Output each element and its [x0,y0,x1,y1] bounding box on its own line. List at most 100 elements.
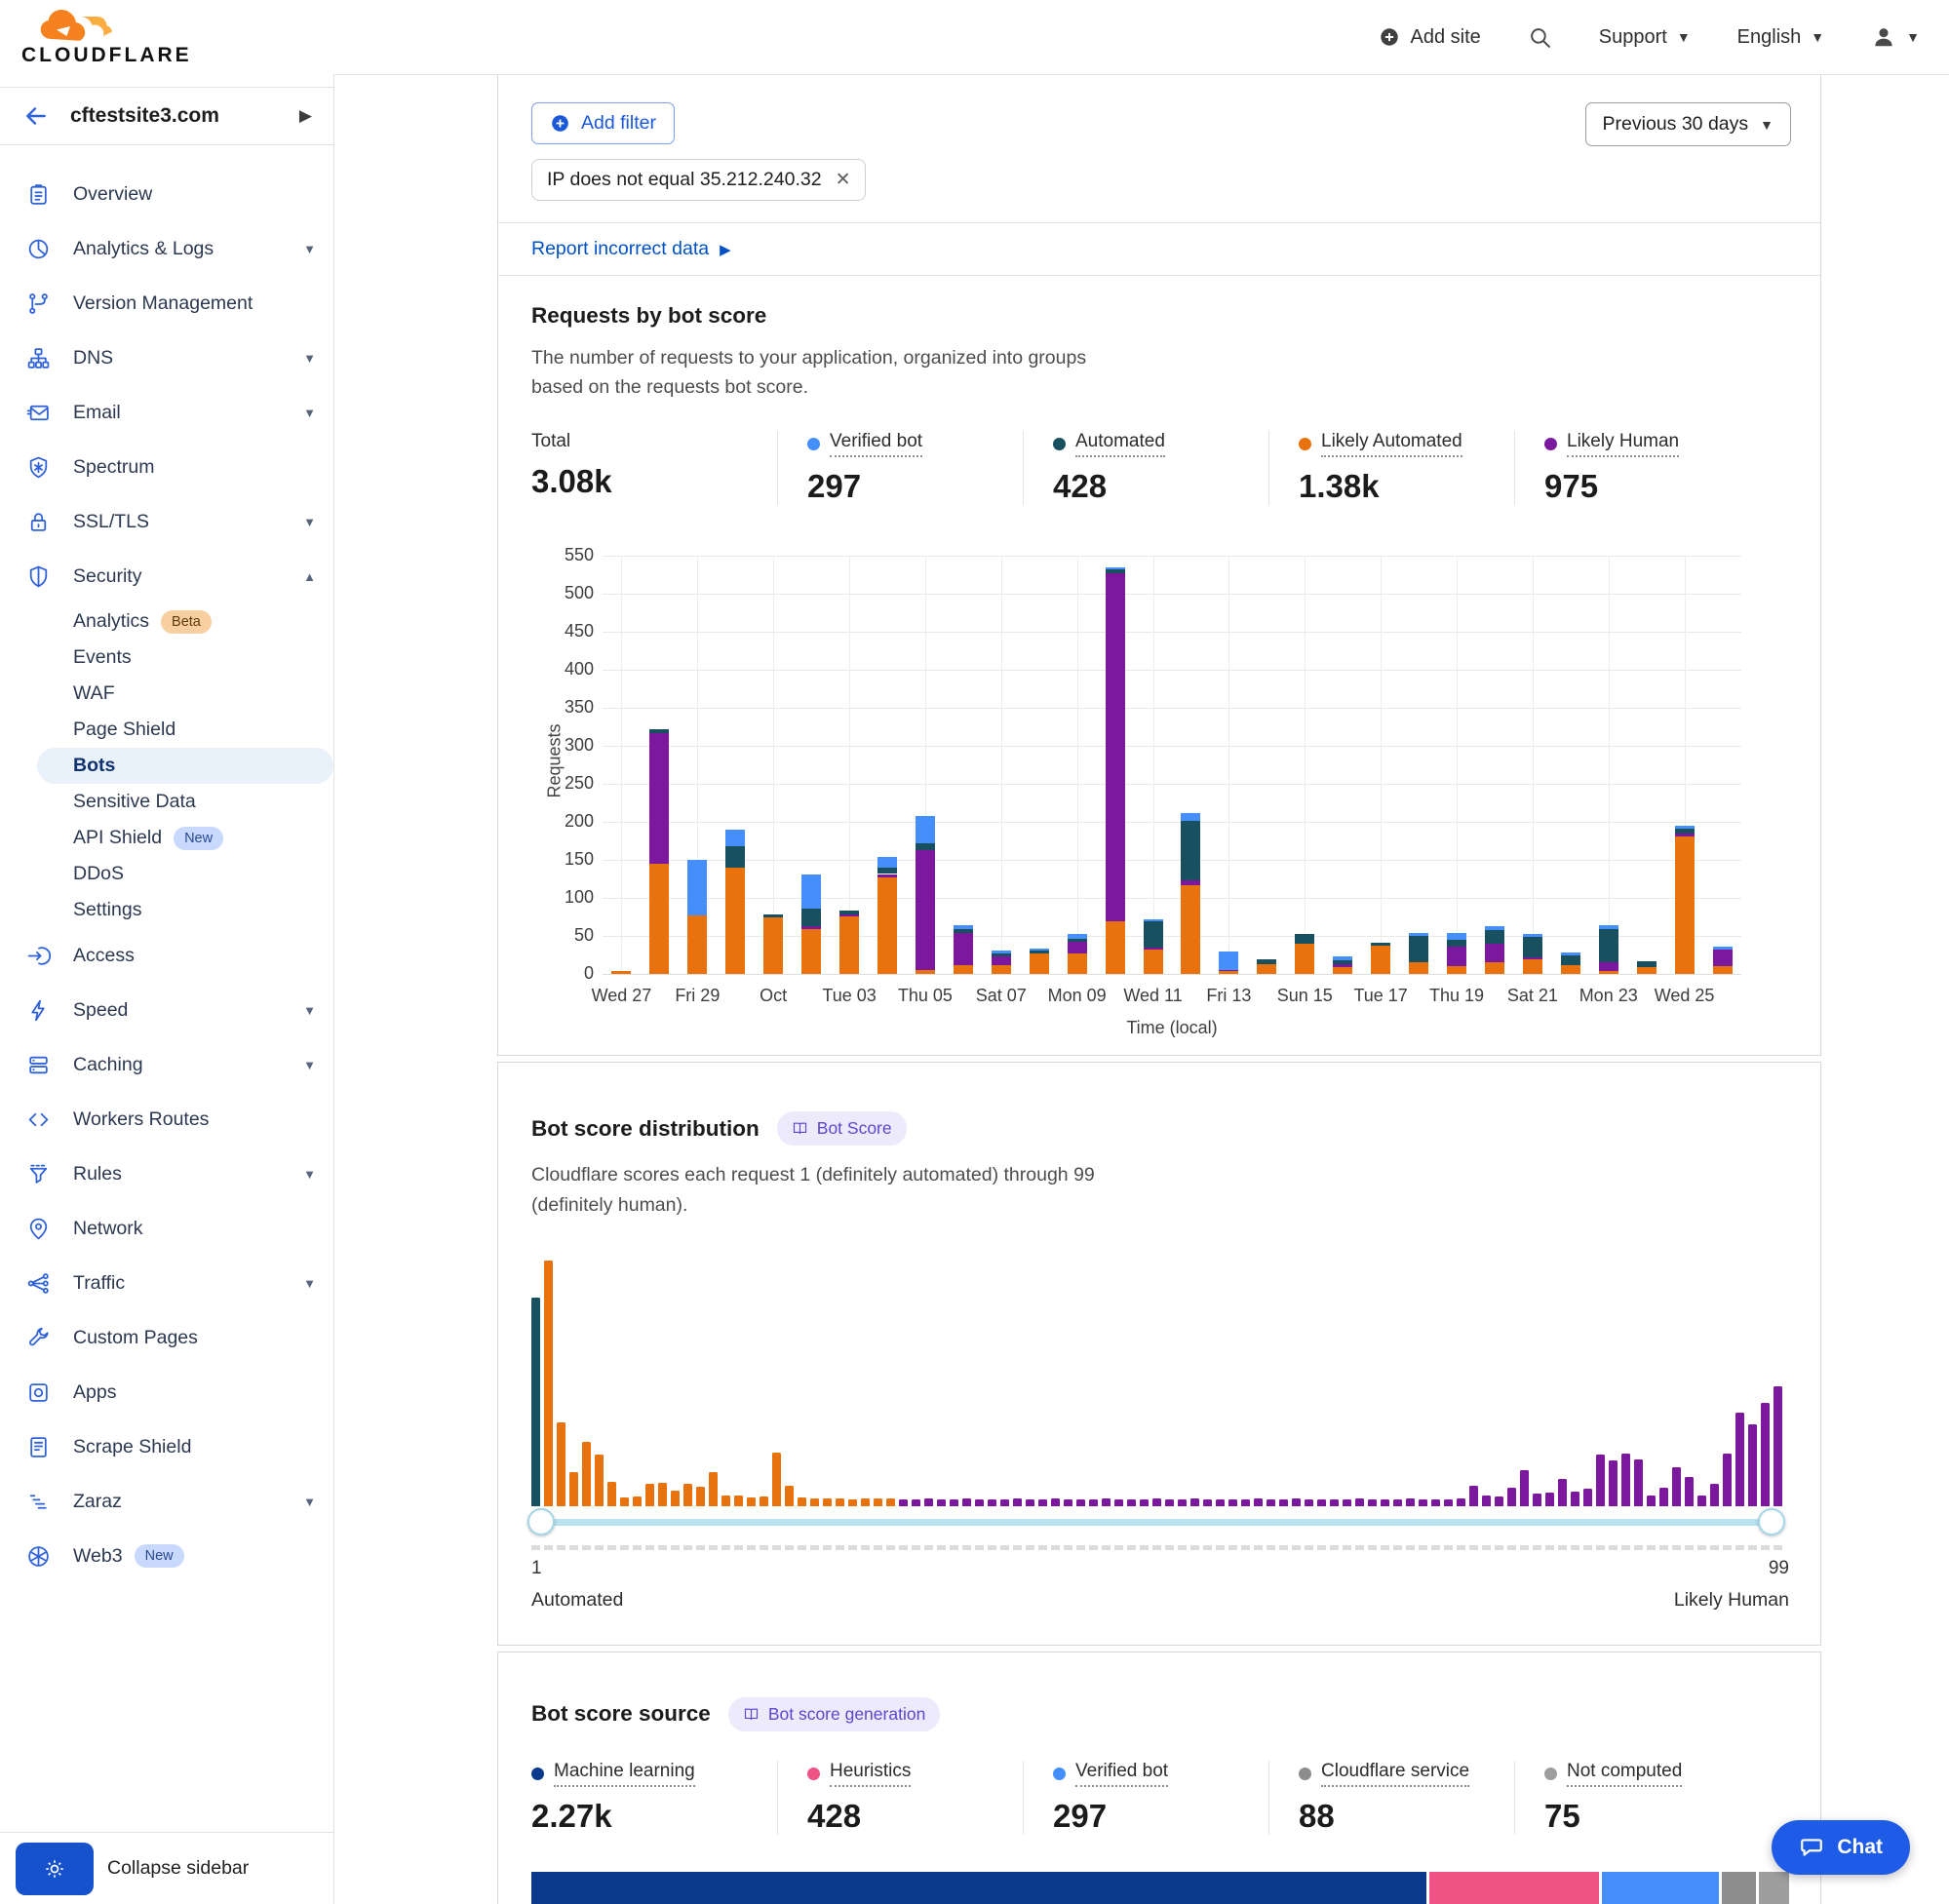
chevron-down-icon: ▼ [303,1495,316,1509]
stat-label-text[interactable]: Not computed [1567,1761,1682,1787]
book-icon [792,1120,808,1137]
sidebar-item-web3[interactable]: Web3New [0,1529,333,1583]
report-incorrect-data-link[interactable]: Report incorrect data ▶ [498,222,1820,276]
chart-bar-segment-likely-automated [1561,965,1580,974]
chart-bar-segment-automated [1409,936,1428,962]
chart-bar-segment-automated [1106,569,1125,573]
histogram-tick [709,1545,718,1550]
sidebar-item-analytics[interactable]: AnalyticsBeta [0,603,333,640]
sidebar-item-label: Overview [73,183,152,206]
search-icon[interactable] [1528,25,1552,50]
back-arrow-icon[interactable] [23,103,49,129]
histogram-tick [772,1545,781,1550]
sidebar-item-version-management[interactable]: Version Management [0,276,333,330]
gear-icon [42,1856,67,1882]
sidebar-item-rules[interactable]: Rules▼ [0,1146,333,1201]
stat-label-text[interactable]: Verified bot [830,431,922,457]
histogram-bar [1178,1499,1187,1506]
sidebar-item-api-shield[interactable]: API ShieldNew [0,820,333,856]
sidebar-item-email[interactable]: Email▼ [0,385,333,440]
chart-bar-segment-likely-human [1675,834,1695,836]
histogram-tick [1545,1545,1554,1550]
chart-bar-segment-automated [1030,951,1049,952]
chat-button[interactable]: Chat [1772,1820,1910,1875]
sidebar-item-ddos[interactable]: DDoS [0,856,333,892]
chart-bar-segment-verified-bot [916,816,935,843]
filter-chip[interactable]: IP does not equal 35.212.240.32 ✕ [531,159,866,201]
stat-label-text[interactable]: Automated [1075,431,1165,457]
chart-bar-segment-automated [763,914,783,917]
new-badge: New [174,827,223,850]
stat-label-text[interactable]: Likely Human [1567,431,1679,457]
sidebar-item-zaraz[interactable]: Zaraz▼ [0,1474,333,1529]
histogram-tick [721,1545,730,1550]
bot-score-generation-badge[interactable]: Bot score generation [728,1697,941,1731]
stat-label-text[interactable]: Cloudflare service [1321,1761,1469,1787]
sidebar-item-label: DNS [73,347,113,369]
close-icon[interactable]: ✕ [836,169,851,191]
add-filter-button[interactable]: Add filter [531,102,675,144]
histogram-bar [633,1496,642,1506]
top-bar: CLOUDFLARE Add site Support▼ English▼ ▼ [0,0,1949,74]
stat-label: Likely Automated [1299,431,1462,457]
support-menu[interactable]: Support▼ [1599,26,1691,49]
add-site-button[interactable]: Add site [1379,26,1480,49]
sidebar-item-security[interactable]: Security▲ [0,549,333,603]
chart-bar-segment-automated [916,843,935,850]
sidebar-item-traffic[interactable]: Traffic▼ [0,1256,333,1310]
sidebar-item-label: Apps [73,1381,116,1404]
chart-bar-segment-likely-automated [916,970,935,975]
sidebar-item-scrape-shield[interactable]: Scrape Shield [0,1419,333,1474]
chart-bar [1371,556,1390,974]
cloudflare-logo[interactable]: CLOUDFLARE [21,7,324,67]
chevron-down-icon: ▼ [1906,29,1920,45]
chevron-right-icon[interactable]: ▶ [299,106,312,126]
account-menu[interactable]: ▼ [1871,24,1920,50]
analytics-icon [26,237,51,261]
sidebar-item-network[interactable]: Network [0,1201,333,1256]
sidebar-item-settings[interactable]: Settings [0,892,333,928]
bot-score-badge[interactable]: Bot Score [777,1111,907,1146]
stat-value: 2.27k [531,1798,758,1835]
histogram-tick [1051,1545,1060,1550]
slider-handle-min[interactable] [527,1508,555,1535]
sidebar-item-events[interactable]: Events [0,640,333,676]
sidebar-item-analytics-logs[interactable]: Analytics & Logs▼ [0,221,333,276]
collapse-sidebar-button[interactable]: Collapse sidebar [107,1857,249,1880]
sidebar-item-page-shield[interactable]: Page Shield [0,712,333,748]
requests-stat-likely-human: Likely Human975 [1514,431,1760,505]
sidebar-item-overview[interactable]: Overview [0,167,333,221]
chat-bubble-icon [1799,1835,1824,1860]
chart-bar [1523,556,1542,974]
sidebar-item-sensitive-data[interactable]: Sensitive Data [0,784,333,820]
histogram-tick [1038,1545,1047,1550]
settings-gear-button[interactable] [16,1843,94,1895]
sidebar-item-caching[interactable]: Caching▼ [0,1037,333,1092]
stat-label-text[interactable]: Verified bot [1075,1761,1168,1787]
sidebar-item-speed[interactable]: Speed▼ [0,983,333,1037]
sidebar-item-workers-routes[interactable]: Workers Routes [0,1092,333,1146]
sidebar-item-access[interactable]: Access [0,928,333,983]
sidebar-item-dns[interactable]: DNS▼ [0,330,333,385]
histogram-tick [607,1545,616,1550]
chart-bar-segment-verified-bot [801,874,821,908]
sidebar-item-waf[interactable]: WAF [0,676,333,712]
y-tick-label: 0 [537,963,594,984]
sidebar-item-apps[interactable]: Apps [0,1365,333,1419]
slider-handle-max[interactable] [1758,1508,1785,1535]
stat-label-text[interactable]: Likely Automated [1321,431,1462,457]
sidebar-item-bots[interactable]: Bots [37,748,333,784]
stat-label-text[interactable]: Heuristics [830,1761,911,1787]
sidebar-item-spectrum[interactable]: Spectrum [0,440,333,494]
stat-value: 428 [1053,468,1249,505]
language-menu[interactable]: English▼ [1737,26,1824,49]
sidebar-item-ssl-tls[interactable]: SSL/TLS▼ [0,494,333,549]
date-range-select[interactable]: Previous 30 days ▼ [1585,102,1791,146]
sidebar-item-custom-pages[interactable]: Custom Pages [0,1310,333,1365]
slider-track[interactable] [539,1519,1781,1526]
histogram-tick [1000,1545,1009,1550]
slider-max-label: 99 [1769,1558,1789,1579]
histogram-bar [1254,1498,1263,1506]
histogram-bar [912,1499,920,1506]
stat-label-text[interactable]: Machine learning [554,1761,695,1787]
